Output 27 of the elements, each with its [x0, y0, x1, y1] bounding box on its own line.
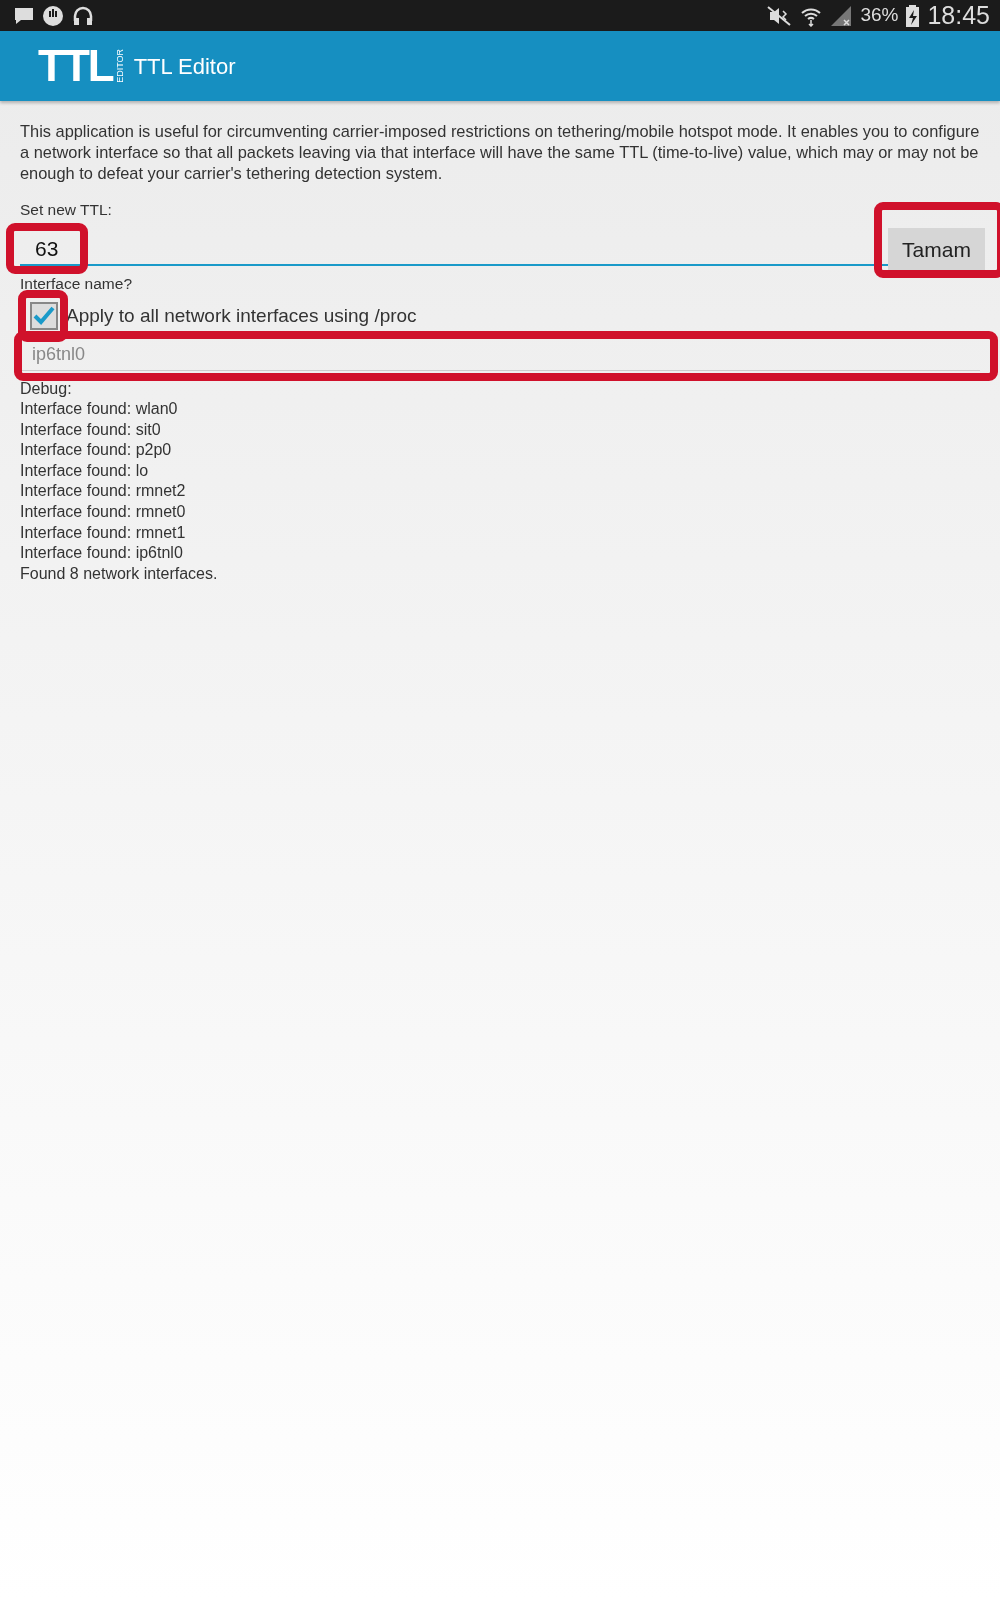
signal-icon — [830, 4, 853, 27]
interface-label: Interface name? — [20, 274, 133, 294]
ttl-input[interactable]: 63 — [20, 228, 80, 264]
description-text: This application is useful for circumventing carrier-imposed restrictions on tethering/mobile hotspot mode. It enables you to configure a network interface so that all packets leaving via that interface will have the same TTL (time-to-live) value, which may or may not be enough to defeat your carrier's tethering detection system. — [20, 121, 980, 184]
debug-line: Interface found: rmnet2 — [20, 481, 187, 502]
headphones-icon — [72, 4, 94, 27]
app-title: TTL Editor — [133, 52, 236, 81]
logo-side-text: EDITOR — [114, 49, 126, 83]
debug-line: Debug: — [20, 378, 73, 399]
debug-line: Found 8 network interfaces. — [20, 563, 219, 584]
ttl-label: Set new TTL: — [20, 200, 113, 220]
debug-line: Interface found: rmnet1 — [20, 522, 187, 543]
clock-time: 18:45 — [927, 3, 990, 28]
ok-button[interactable]: Tamam — [888, 228, 985, 272]
checkbox-label[interactable]: Apply to all network interfaces using /proc — [66, 302, 417, 331]
battery-charging-icon — [906, 4, 920, 27]
debug-line: Interface found: ip6tnl0 — [20, 543, 184, 564]
mute-icon — [766, 5, 793, 26]
battery-percent: 36% — [860, 3, 899, 28]
debug-line: Interface found: lo — [20, 460, 150, 481]
debug-line: Interface found: wlan0 — [20, 399, 179, 420]
debug-line: Interface found: p2p0 — [20, 440, 173, 461]
logo-text: TTL — [38, 44, 113, 88]
checkbox[interactable] — [30, 302, 58, 331]
debug-line: Interface found: sit0 — [20, 419, 162, 440]
chat-icon — [14, 6, 34, 25]
debug-line: Interface found: rmnet0 — [20, 502, 187, 523]
